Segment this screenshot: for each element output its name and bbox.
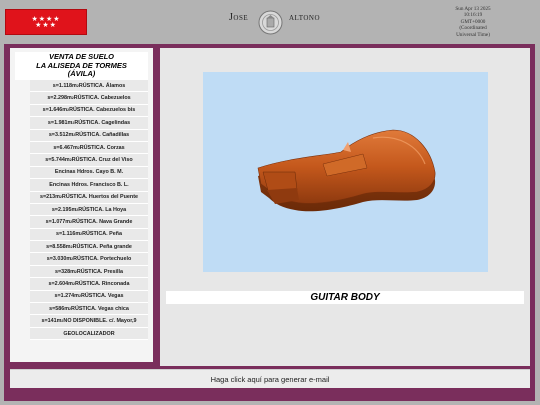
- sidebar-item-text: s=1.116m: [56, 231, 81, 238]
- date-display: Sun Apr 13 2025 10:16:19 GMT+0000 (Coord…: [438, 6, 508, 38]
- sidebar-item-text: RÚSTICA. Cabezuelos: [73, 95, 131, 102]
- sidebar-item-text: s=2.195m: [51, 206, 77, 213]
- sidebar-item[interactable]: s=2.195m 2 RÚSTICA. La Hoya: [30, 203, 148, 217]
- sidebar-item[interactable]: s=328m 2 RÚSTICA. Presilla: [30, 265, 148, 279]
- sidebar-item[interactable]: s=6.467m 2 RÚSTICA. Corzas: [30, 141, 148, 155]
- sidebar-item-text: RÚSTICA. Nava Grande: [72, 218, 133, 225]
- sidebar-item[interactable]: s=1.116m 2 RÚSTICA. Peña: [30, 228, 148, 242]
- sidebar-item-text: RÚSTICA. Cagelindas: [74, 119, 131, 126]
- sidebar-item[interactable]: GEOLOCALIZADOR: [30, 327, 148, 341]
- sidebar-item-text: NO DISPONIBLE. c/. Mayor,9: [63, 318, 137, 325]
- sidebar-item-text: RÚSTICA. La Hoya: [78, 206, 127, 213]
- sidebar-item-text: s=1.981m: [47, 119, 73, 126]
- sidebar-item-text: s=1.118m: [52, 82, 77, 89]
- sidebar-item-text: s=1.646m: [42, 107, 68, 114]
- sidebar-item-text: RÚSTICA. Vegas: [80, 293, 124, 300]
- header: ★★★★ ★★★ Jose altono Sun Apr 13 2025 10:1…: [0, 0, 540, 42]
- brand-right: altono: [289, 12, 321, 23]
- sidebar-item-text: s=1.274m: [54, 293, 79, 300]
- sidebar-item-text: RÚSTICA. Vegas chica: [71, 305, 129, 312]
- sidebar-item[interactable]: s=2.604m 2 RÚSTICA. Rinconada: [30, 278, 148, 291]
- seal-icon: [258, 10, 283, 35]
- sidebar-item-text: RÚSTICA. Cruz del Viso: [71, 157, 133, 164]
- sidebar-item[interactable]: s=213m 2 RÚSTICA. Huertos del Puente: [30, 191, 148, 204]
- sidebar-item-text: s=213m: [39, 194, 60, 201]
- sidebar-item[interactable]: s=141m 2 NO DISPONIBLE. c/. Mayor,9: [30, 315, 148, 328]
- model-viewer[interactable]: [203, 72, 488, 272]
- model-caption: GUITAR BODY: [166, 291, 524, 304]
- madrid-flag-icon: ★★★★ ★★★: [5, 9, 87, 35]
- sidebar-item[interactable]: Encinas Hdros. Francisco B. L.: [30, 179, 148, 192]
- sidebar-item-text: RÚSTICA. Peña grande: [72, 243, 132, 250]
- sidebar-item-text: s=1.077m: [45, 218, 71, 225]
- sidebar-item-text: s=586m: [49, 305, 70, 312]
- sidebar-item-text: s=328m: [54, 268, 75, 275]
- sidebar-title-line: (ÁVILA): [67, 69, 96, 79]
- flag-stars: ★★★★ ★★★: [31, 15, 61, 29]
- sidebar-item-text: RÚSTICA. Corzas: [79, 144, 125, 151]
- date-line: Universal Time): [456, 31, 490, 38]
- sidebar-item-text: RÚSTICA. Huertos del Puente: [61, 194, 138, 201]
- sidebar-item[interactable]: s=1.077m 2 RÚSTICA. Nava Grande: [30, 216, 148, 229]
- sidebar-item-text: s=6.467m: [53, 144, 78, 151]
- sidebar-title: VENTA DE SUELO LA ALISEDA DE TORMES (ÁVI…: [15, 52, 148, 80]
- sidebar-item[interactable]: s=1.646m 2 RÚSTICA. Cabezuelos bis: [30, 104, 148, 118]
- sidebar-item[interactable]: s=5.744m 2 RÚSTICA. Cruz del Viso: [30, 154, 148, 167]
- sidebar-item-text: RÚSTICA. Presilla: [76, 268, 124, 275]
- sidebar-item[interactable]: Encinas Hdros. Cayo B. M.: [30, 166, 148, 180]
- guitar-body-model: [257, 129, 436, 212]
- sidebar-item[interactable]: s=1.981m 2 RÚSTICA. Cagelindas: [30, 117, 148, 130]
- sidebar-item-text: RÚSTICA. Álamos: [78, 82, 126, 89]
- sidebar-list: s=1.118m 2 RÚSTICA. Álamos s=2.298m 2 RÚSTI…: [30, 80, 148, 341]
- sidebar-item[interactable]: s=1.274m 2 RÚSTICA. Vegas: [30, 290, 148, 304]
- sidebar-item-text: RÚSTICA. Cabezuelos bis: [69, 107, 136, 114]
- sidebar-item-text: s=141m: [41, 318, 62, 325]
- sidebar-item[interactable]: s=3.512m 2 RÚSTICA. Cañadillas: [30, 129, 148, 142]
- sidebar-item-text: s=3.030m: [46, 256, 72, 263]
- sidebar-item-text: s=5.744m: [45, 157, 70, 164]
- sidebar-item-text: Encinas Hdros. Francisco B. L.: [49, 181, 129, 188]
- sidebar-item-text: RÚSTICA. Rinconada: [74, 280, 130, 287]
- sidebar-item[interactable]: s=3.030m 2 RÚSTICA. Portechuelo: [30, 253, 148, 266]
- brand-left: Jose: [229, 12, 249, 23]
- sidebar-item-text: s=2.604m: [48, 280, 73, 287]
- sidebar-item-text: RÚSTICA. Cañadillas: [75, 132, 130, 139]
- sidebar-item-text: RÚSTICA. Peña: [82, 231, 122, 238]
- sidebar-item[interactable]: s=2.298m 2 RÚSTICA. Cabezuelos: [30, 92, 148, 105]
- email-link[interactable]: Haga click aquí para generar e-mail: [10, 369, 530, 388]
- sidebar-item-text: RÚSTICA. Portechuelo: [73, 256, 132, 263]
- sidebar-item-text: s=8.558m: [46, 243, 71, 250]
- sidebar-item-text: s=2.298m: [47, 95, 72, 102]
- sidebar-item-text: Encinas Hdros. Cayo B. M.: [54, 169, 124, 176]
- sidebar-item[interactable]: s=8.558m 2 RÚSTICA. Peña grande: [30, 241, 148, 254]
- sidebar-item[interactable]: s=586m 2 RÚSTICA. Vegas chica: [30, 303, 148, 316]
- sidebar-item[interactable]: s=1.118m 2 RÚSTICA. Álamos: [30, 80, 148, 93]
- sidebar-item-text: GEOLOCALIZADOR: [63, 330, 115, 337]
- sidebar-item-text: s=3.512m: [48, 132, 74, 139]
